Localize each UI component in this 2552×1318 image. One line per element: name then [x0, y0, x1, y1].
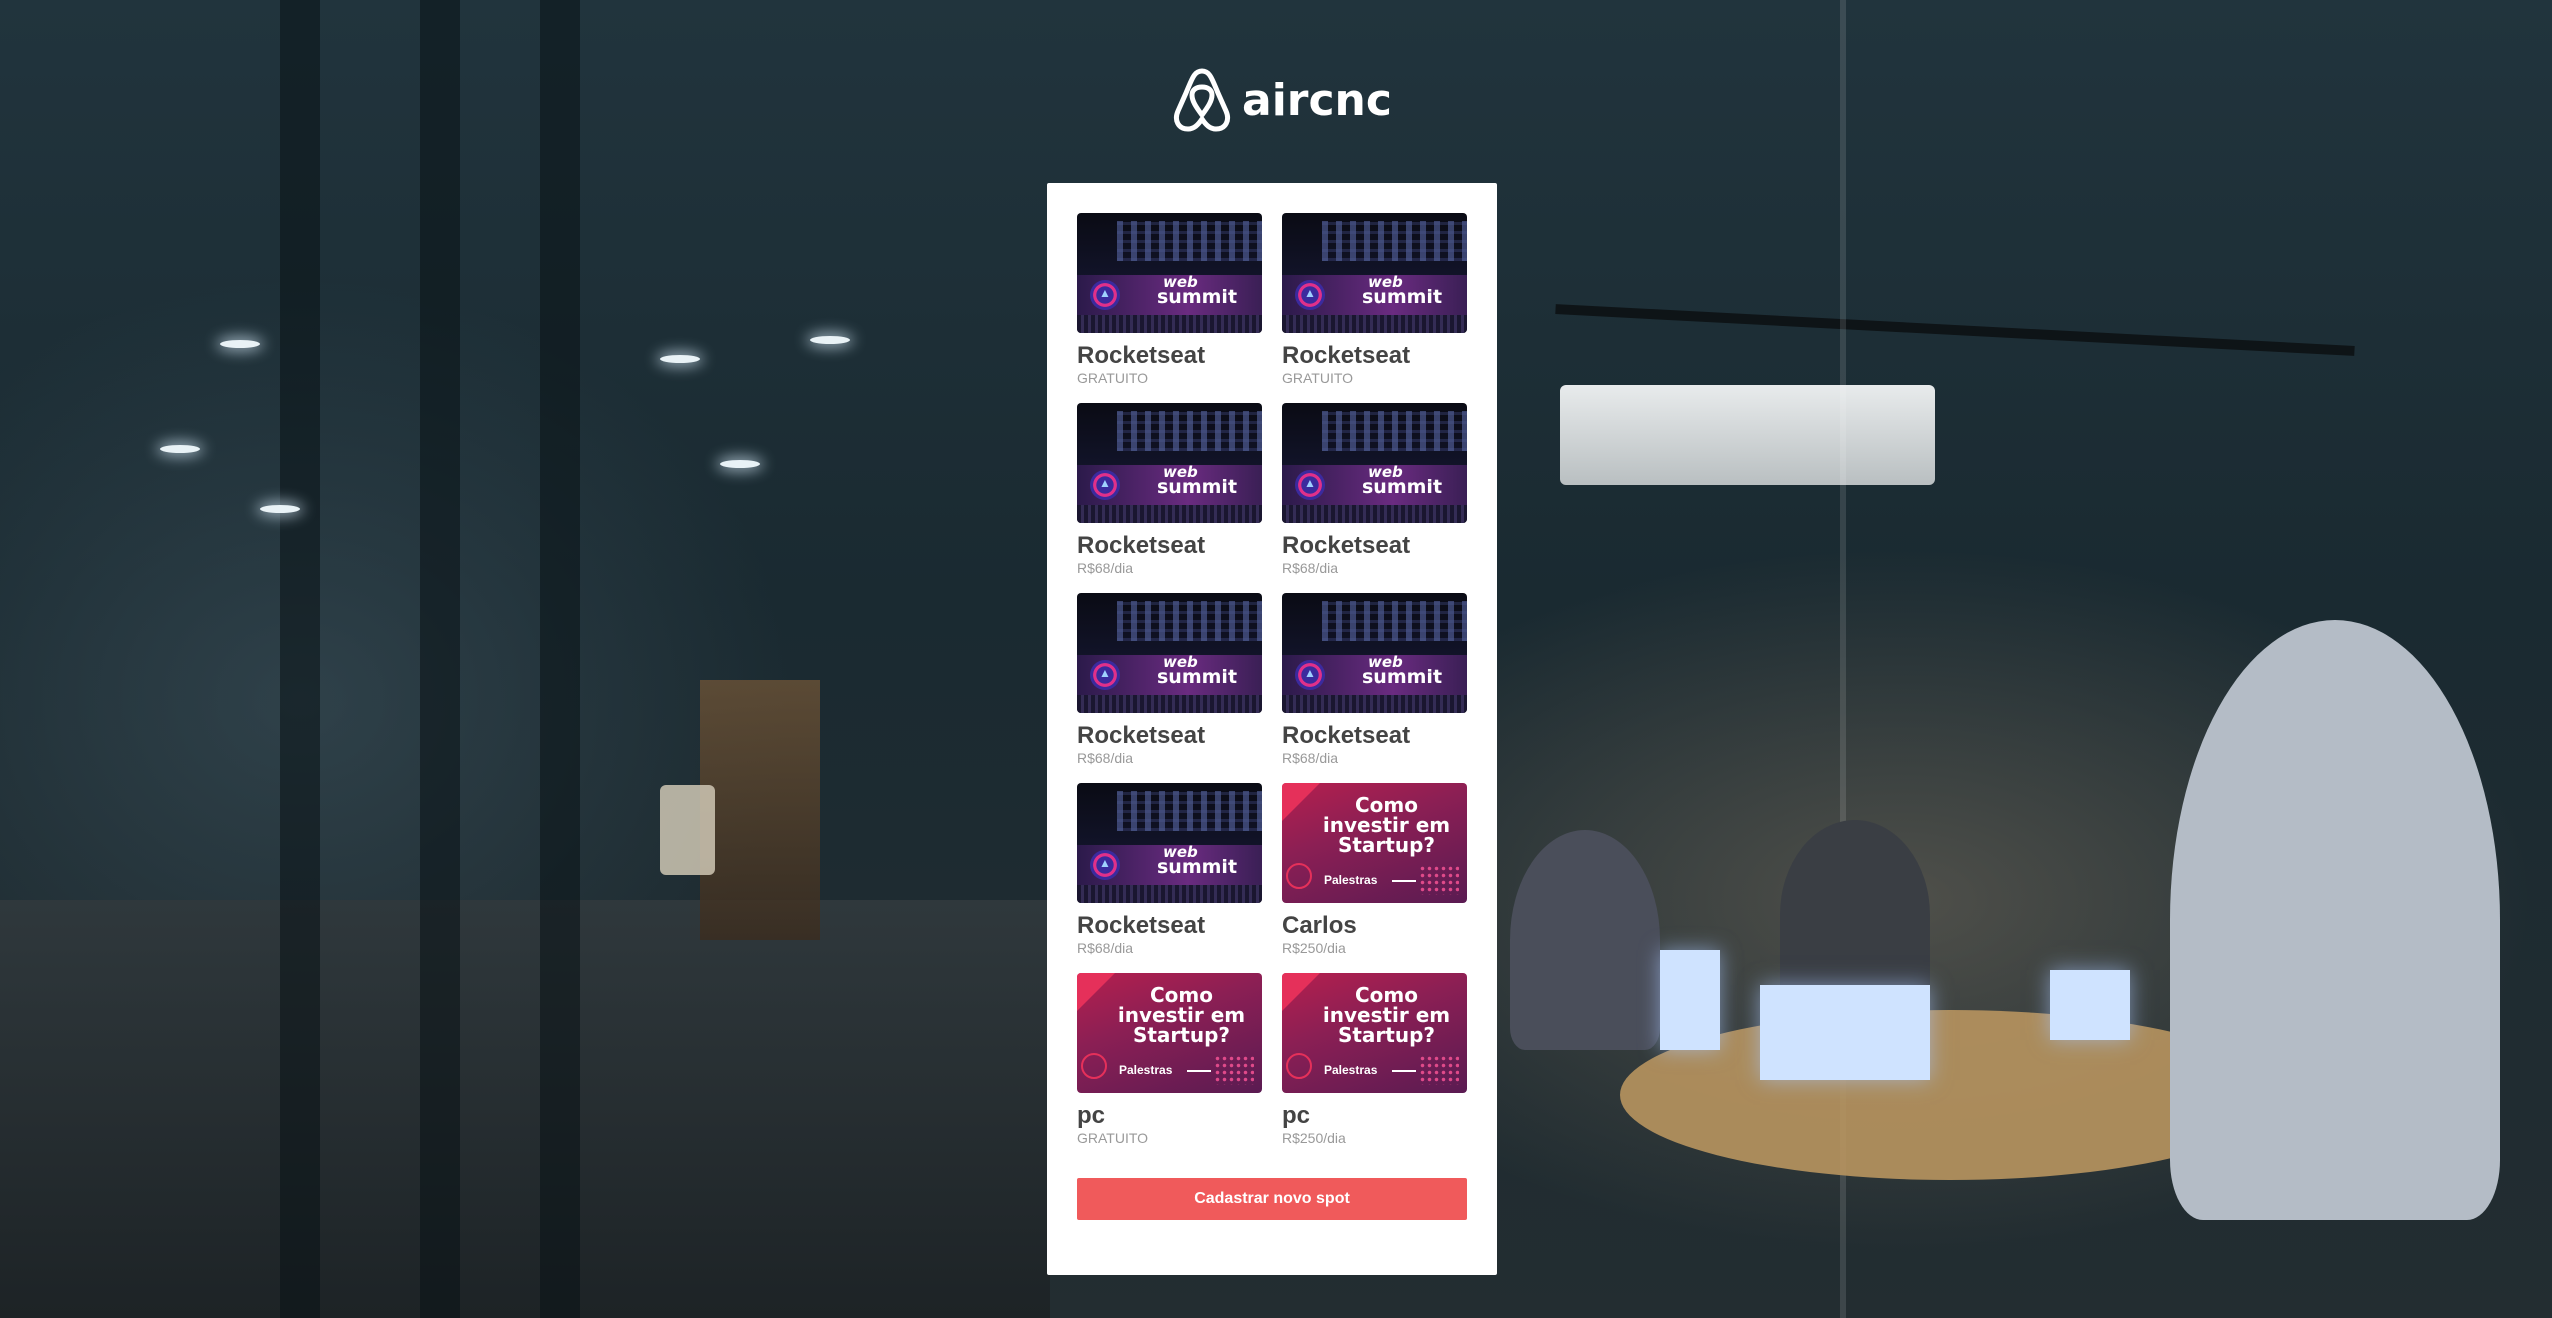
spot-thumbnail: Como investir em Startup? Palestras: [1077, 973, 1262, 1093]
spot-price: R$68/dia: [1077, 750, 1134, 766]
spot-price: GRATUITO: [1077, 1130, 1149, 1146]
spot-card[interactable]: websummit RocketseatR$68/dia: [1077, 593, 1262, 766]
spot-price: R$68/dia: [1077, 560, 1134, 576]
web-summit-logo-icon: [1295, 470, 1325, 500]
spot-thumbnail: websummit: [1077, 213, 1262, 333]
web-summit-logo-icon: [1295, 660, 1325, 690]
spot-card[interactable]: websummit RocketseatR$68/dia: [1077, 403, 1262, 576]
spot-card[interactable]: websummit RocketseatGRATUITO: [1282, 213, 1467, 386]
spot-thumbnail: websummit: [1282, 403, 1467, 523]
spot-card[interactable]: websummit RocketseatR$68/dia: [1282, 403, 1467, 576]
spot-thumbnail: websummit: [1077, 783, 1262, 903]
spot-card[interactable]: Como investir em Startup? Palestras Carlos…: [1282, 783, 1467, 956]
spot-company: Rocketseat: [1077, 532, 1206, 559]
spot-company: pc: [1077, 1102, 1106, 1129]
spots-panel: websummitRocketseatGRATUITOwebsummitRock…: [1047, 183, 1497, 1275]
spot-thumbnail: Como investir em Startup? Palestras: [1282, 973, 1467, 1093]
spot-company: Carlos: [1282, 912, 1357, 939]
spot-thumbnail: websummit: [1077, 593, 1262, 713]
spot-price: R$68/dia: [1077, 940, 1134, 956]
spot-price: GRATUITO: [1282, 370, 1354, 386]
spot-thumbnail: websummit: [1282, 213, 1467, 333]
spot-company: Rocketseat: [1077, 912, 1206, 939]
spot-price: R$68/dia: [1282, 560, 1339, 576]
spot-thumbnail: Como investir em Startup? Palestras: [1282, 783, 1467, 903]
spot-company: Rocketseat: [1077, 722, 1206, 749]
spot-card[interactable]: websummit RocketseatR$68/dia: [1282, 593, 1467, 766]
spot-price: R$250/dia: [1282, 940, 1346, 956]
spot-card[interactable]: Como investir em Startup? Palestras pc R$25…: [1282, 973, 1467, 1146]
new-spot-button[interactable]: Cadastrar novo spot: [1077, 1178, 1467, 1220]
spot-list: websummitRocketseatGRATUITOwebsummitRock…: [1077, 213, 1467, 1146]
spot-company: Rocketseat: [1077, 342, 1206, 369]
brand-name: aircnc: [1242, 74, 1392, 126]
spot-company: pc: [1282, 1102, 1311, 1129]
spot-card[interactable]: Como investir em Startup? Palestras pc GRAT…: [1077, 973, 1262, 1146]
brand-logo[interactable]: aircnc: [1172, 66, 1392, 134]
web-summit-logo-icon: [1295, 280, 1325, 310]
web-summit-logo-icon: [1090, 850, 1120, 880]
spot-company: Rocketseat: [1282, 532, 1411, 559]
spot-thumbnail: websummit: [1077, 403, 1262, 523]
spot-company: Rocketseat: [1282, 722, 1411, 749]
airbnb-logo-icon: [1173, 68, 1231, 132]
spot-company: Rocketseat: [1282, 342, 1411, 369]
web-summit-logo-icon: [1090, 280, 1120, 310]
spot-price: R$68/dia: [1282, 750, 1339, 766]
web-summit-logo-icon: [1090, 470, 1120, 500]
spot-card[interactable]: websummit RocketseatGRATUITO: [1077, 213, 1262, 386]
web-summit-logo-icon: [1090, 660, 1120, 690]
spot-card[interactable]: websummit RocketseatR$68/dia: [1077, 783, 1262, 956]
spot-thumbnail: websummit: [1282, 593, 1467, 713]
spot-price: GRATUITO: [1077, 370, 1149, 386]
spot-price: R$250/dia: [1282, 1130, 1346, 1146]
